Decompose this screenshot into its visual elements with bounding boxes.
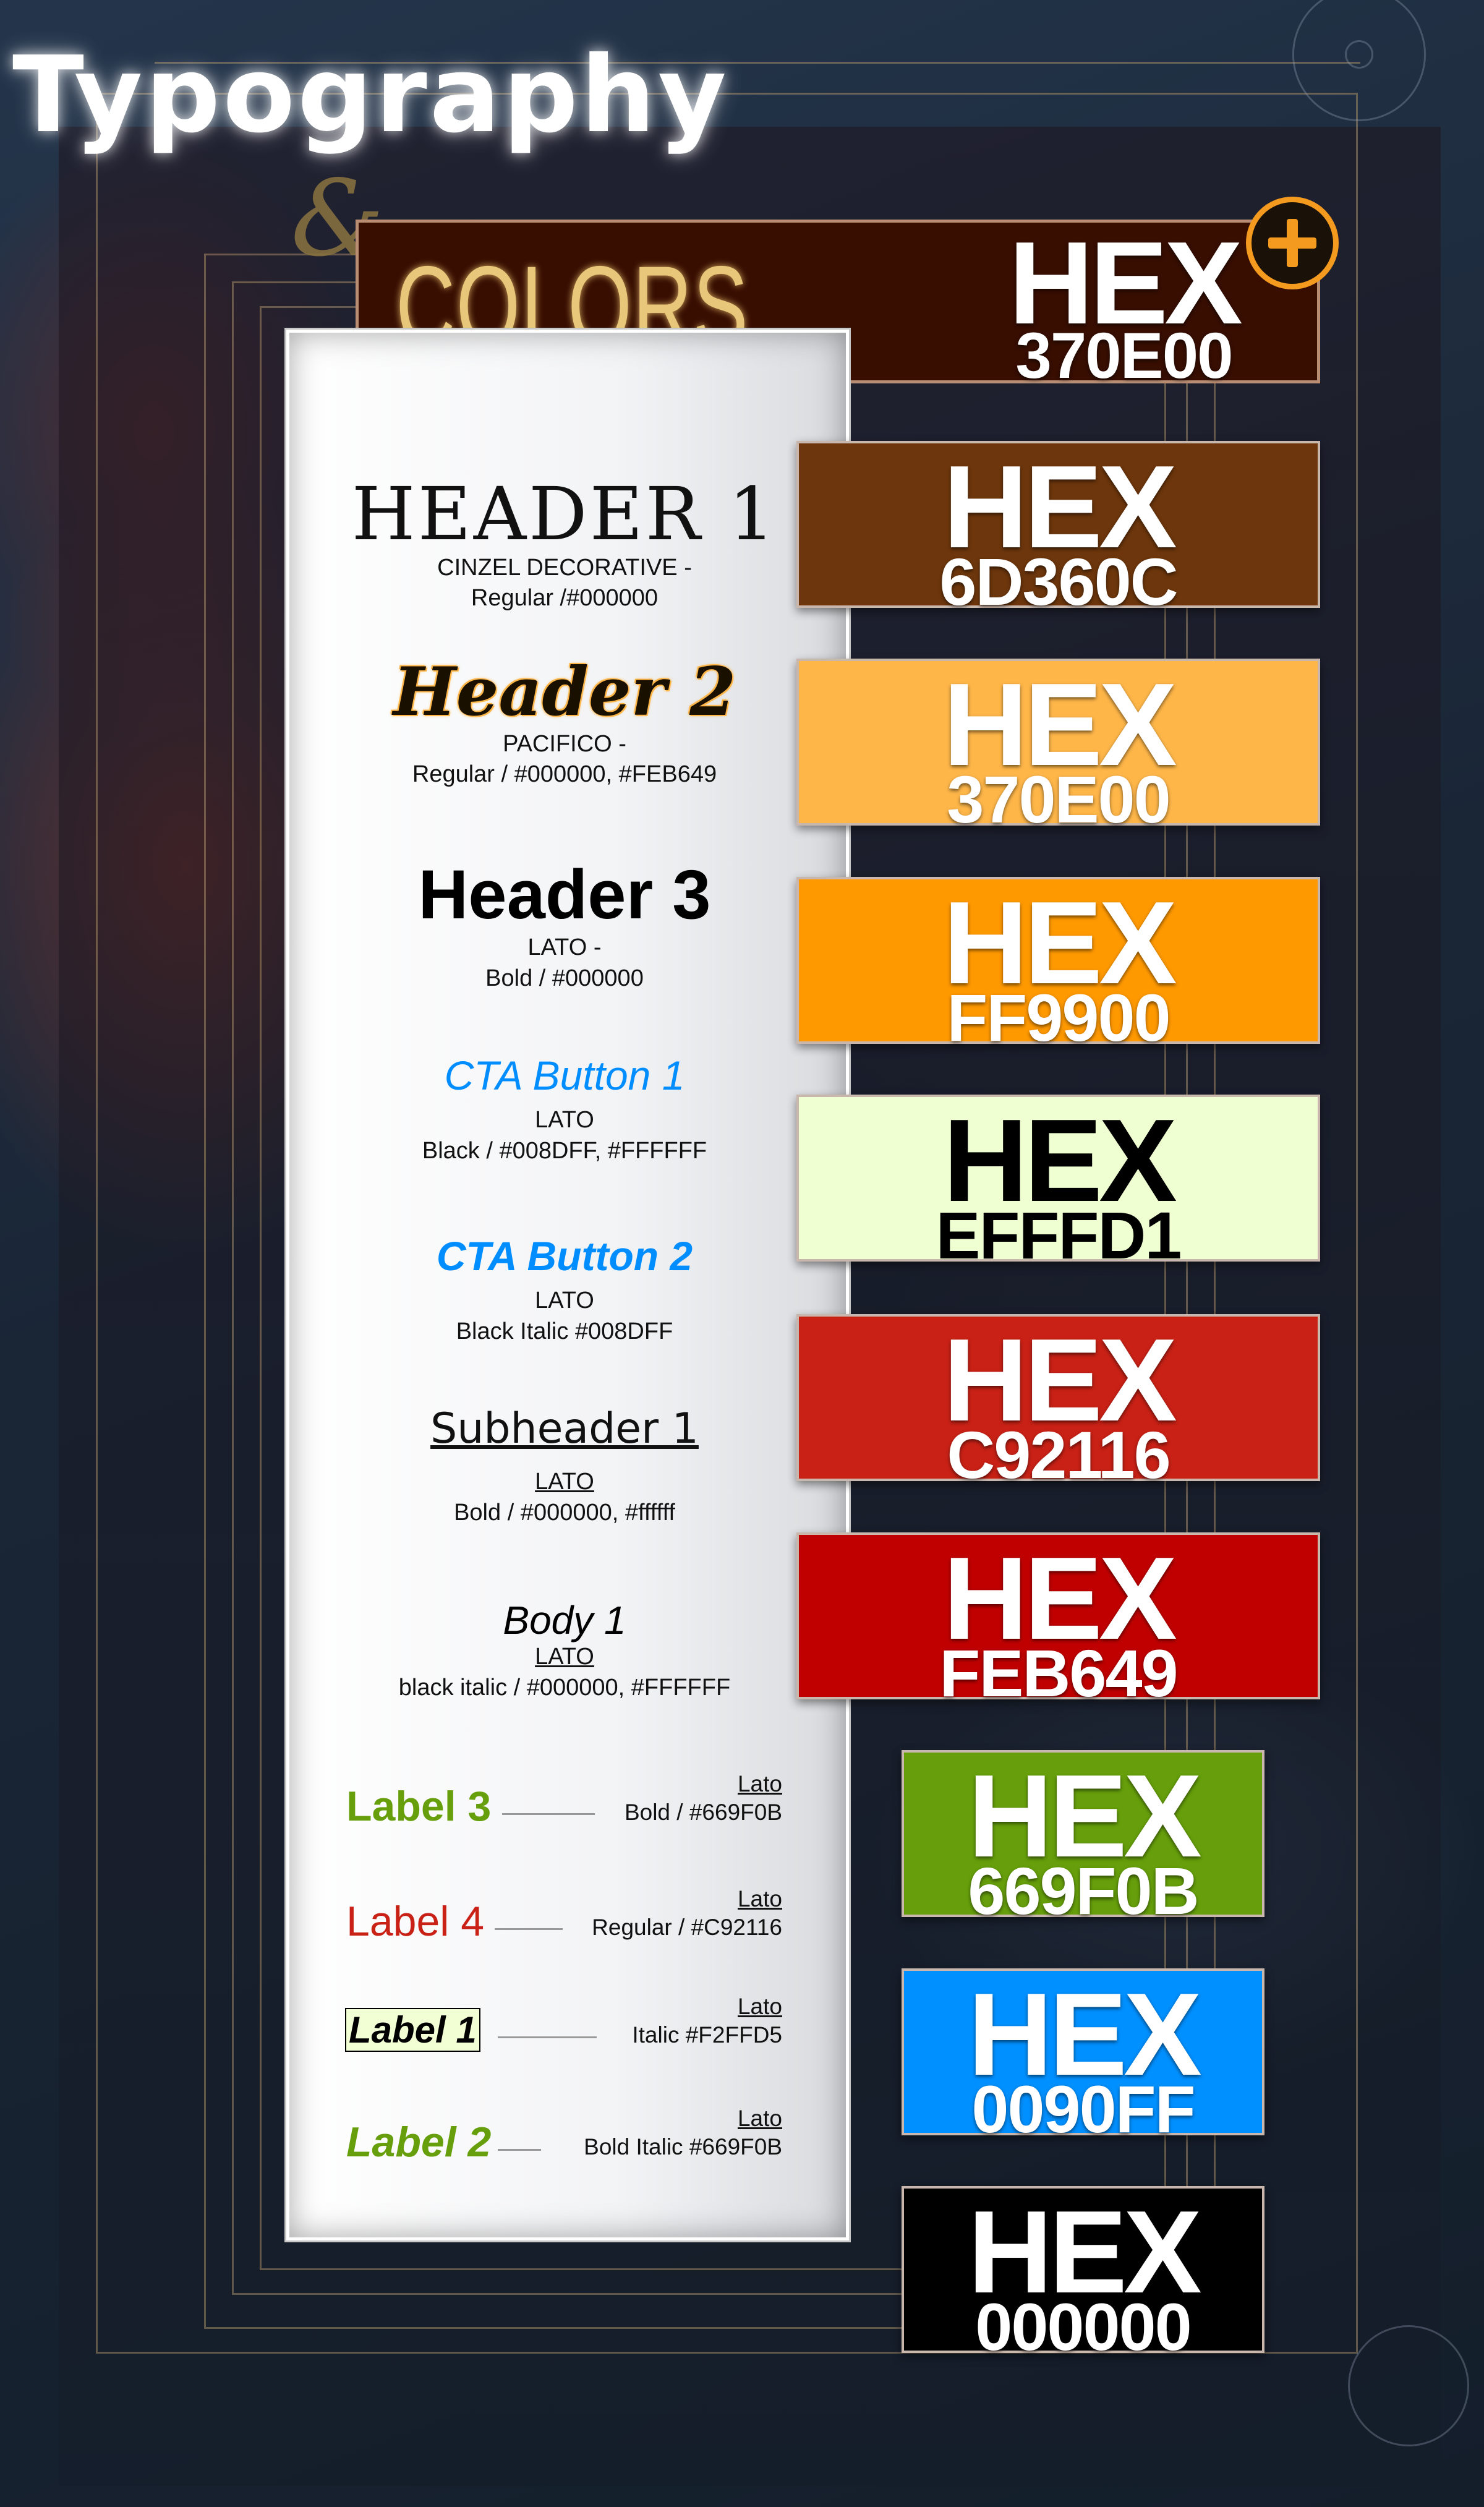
label1-spec-text: Italic #F2FFD5 [632,2022,782,2048]
swatch-10: HEX 000000 [902,2186,1264,2360]
label1-font: Lato [737,1994,782,2019]
header1-spec-line1: CINZEL DECORATIVE - [437,554,692,581]
swatch-8: HEX 669F0B [902,1750,1264,1924]
label2-divider [498,2149,541,2151]
swatch-10-code: 000000 [975,2289,1192,2364]
header3-spec-line1: LATO - [527,934,602,961]
swatch-5: HEX EFFFD1 [796,1095,1320,1269]
swatch-9: HEX 0090FF [902,1968,1264,2143]
cta2-sample: CTA Button 2 [436,1233,693,1279]
header2-block: Header 2 PACIFICO - Regular / #000000, #… [286,656,843,790]
label1-spec: Lato Italic #F2FFD5 [632,1992,782,2050]
label4-spec: Lato Regular / #C92116 [592,1885,782,1942]
header2-spec-line2: Regular / #000000, #FEB649 [412,761,717,788]
swatch-3-code: 370E00 [947,762,1171,837]
label1-divider [498,2036,597,2038]
cta1-spec-line2: Black / #008DFF, #FFFFFF [422,1137,707,1164]
swatch-4-code: FF9900 [947,980,1171,1055]
decorative-circle-inner [1345,40,1373,69]
swatch-6-code: C92116 [947,1417,1171,1492]
swatch-9-code: 0090FF [971,2072,1195,2146]
swatch-5-code: EFFFD1 [936,1198,1182,1273]
subheader1-spec-line1: LATO [535,1469,594,1495]
label3-spec-text: Bold / #669F0B [624,1800,782,1826]
header3-spec-line2: Bold / #000000 [485,965,644,991]
decorative-circle-bottom [1348,2325,1469,2446]
cta2-block: CTA Button 2 LATO Black Italic #008DFF [286,1232,843,1347]
swatch-8-code: 669F0B [968,1853,1199,1928]
label2-font: Lato [737,2106,782,2131]
swatch-7-code: FEB649 [939,1636,1178,1710]
subheader1-sample: Subheader 1 [286,1404,843,1453]
swatch-6: HEX C92116 [796,1314,1320,1488]
label4-sample: Label 4 [346,1898,485,1945]
label3-divider [502,1813,595,1815]
add-icon-vertical [1287,219,1298,267]
swatch-1-code: 370E00 [1015,320,1233,392]
subheader1-block: Subheader 1 LATO Bold / #000000, #ffffff [286,1404,843,1528]
label3-font: Lato [737,1771,782,1796]
label3-sample: Label 3 [346,1783,492,1830]
swatch-3: HEX 370E00 [796,659,1320,833]
cta1-sample: CTA Button 1 [444,1053,685,1098]
label3-spec: Lato Bold / #669F0B [625,1770,782,1827]
add-icon[interactable] [1246,197,1339,289]
header2-spec-line1: PACIFICO - [503,730,626,757]
swatch-2-code: 6D360C [939,544,1178,619]
cta1-spec-line1: LATO [535,1107,594,1134]
label4-spec-text: Regular / #C92116 [592,1915,782,1941]
header3-sample: Header 3 [418,856,711,933]
label2-sample: Label 2 [346,2119,492,2166]
header3-block: Header 3 LATO - Bold / #000000 [286,856,843,994]
body1-spec-line2: black italic / #000000, #FFFFFF [398,1674,731,1701]
swatch-4: HEX FF9900 [796,877,1320,1051]
body1-spec-line1: LATO [535,1644,594,1670]
cta1-block: CTA Button 1 LATO Black / #008DFF, #FFFF… [286,1051,843,1166]
header2-sample: Header 2 [393,653,736,731]
label2-spec-text: Bold Italic #669F0B [584,2134,782,2160]
header1-sample: HEADER 1 [351,471,778,557]
label4-divider [495,1928,563,1930]
subheader1-spec-line2: Bold / #000000, #ffffff [454,1499,675,1526]
body1-block: Body 1 LATO black italic / #000000, #FFF… [286,1599,843,1703]
body1-sample: Body 1 [503,1598,626,1642]
swatch-7: HEX FEB649 [796,1532,1320,1707]
header1-block: HEADER 1 CINZEL DECORATIVE - Regular /#0… [286,476,843,614]
label2-spec: Lato Bold Italic #669F0B [584,2104,782,2162]
label4-font: Lato [737,1886,782,1911]
page-title: Typography [12,34,729,156]
label1-sample: Label 1 [345,2008,480,2052]
header1-spec-line2: Regular /#000000 [471,585,659,612]
cta2-spec-line2: Black Italic #008DFF [456,1318,673,1344]
subheader1-text: Subheader 1 [430,1404,699,1453]
label1-text: Label 1 [345,2008,480,2052]
swatch-2: HEX 6D360C [796,441,1320,615]
cta2-spec-line1: LATO [535,1288,594,1314]
